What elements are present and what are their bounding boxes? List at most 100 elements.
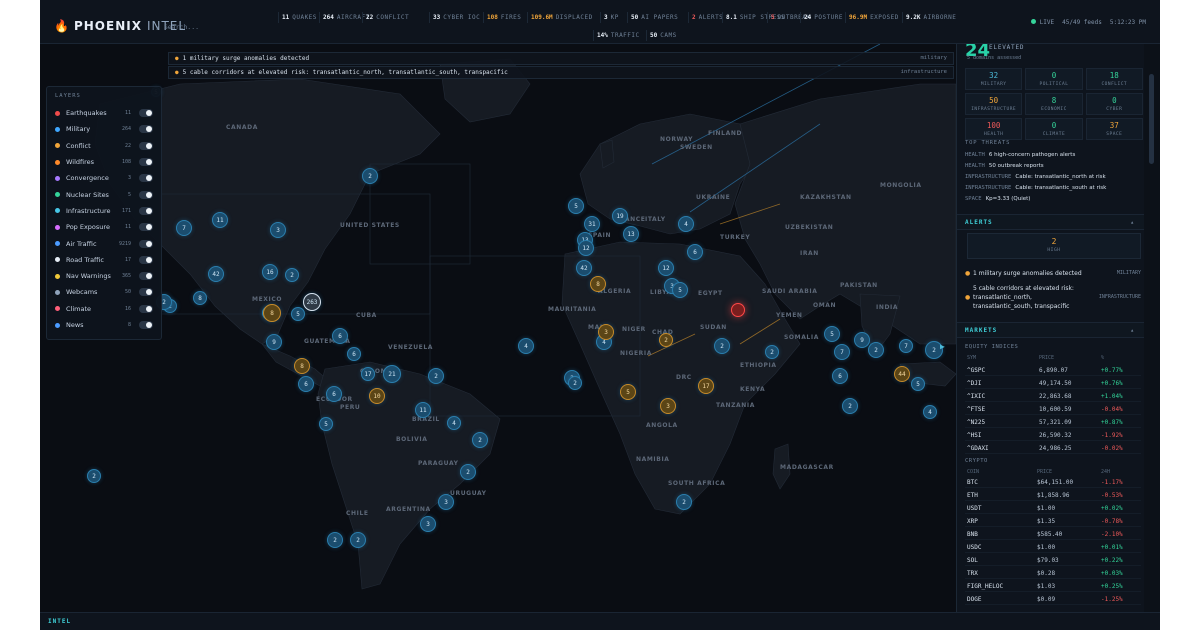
alerts-section-header[interactable]: ALERTS ▴: [957, 214, 1144, 230]
event-cluster[interactable]: 263: [303, 293, 321, 311]
event-cluster[interactable]: 12: [658, 260, 674, 276]
ticker-alert-2[interactable]: ● 5 cable corridors at elevated risk: tra…: [168, 66, 954, 79]
event-cluster[interactable]: 5: [911, 377, 925, 391]
event-cluster[interactable]: 2: [568, 376, 582, 390]
event-cluster[interactable]: 8: [193, 291, 207, 305]
stat-posture[interactable]: 24 POSTURE: [800, 12, 846, 23]
layer-webcams[interactable]: Webcams 50: [55, 284, 153, 300]
event-cluster[interactable]: 4: [518, 338, 534, 354]
stat-ai-papers[interactable]: 50 AI PAPERS: [627, 12, 681, 23]
table-row[interactable]: SOL $79.03 +0.22%: [965, 554, 1141, 566]
table-row[interactable]: XRP $1.35 -0.78%: [965, 515, 1141, 527]
event-cluster[interactable]: 4: [678, 216, 694, 232]
event-cluster[interactable]: 44: [894, 366, 910, 382]
table-row[interactable]: ^HSI 26,590.32 -1.92%: [965, 429, 1141, 441]
event-cluster[interactable]: 3: [270, 222, 286, 238]
event-cluster[interactable]: 6: [347, 347, 361, 361]
stat-exposed[interactable]: 96.9M EXPOSED: [845, 12, 902, 23]
event-cluster[interactable]: 21: [383, 365, 401, 383]
stat-fires[interactable]: 108 FIRES: [483, 12, 524, 23]
event-cluster[interactable]: [731, 303, 745, 317]
event-cluster[interactable]: 2: [842, 398, 858, 414]
stat-cams[interactable]: 50 CAMS: [646, 30, 680, 41]
event-cluster[interactable]: 9: [854, 332, 870, 348]
layer-toggle[interactable]: [139, 239, 153, 248]
table-row[interactable]: ^GSPC 6,890.07 +0.77%: [965, 364, 1141, 376]
event-cluster[interactable]: 19: [612, 208, 628, 224]
table-row[interactable]: DOGE $0.09 -1.25%: [965, 593, 1141, 605]
stat-quakes[interactable]: 11 QUAKES: [278, 12, 320, 23]
layer-infrastructure[interactable]: Infrastructure 171: [55, 203, 153, 219]
event-cluster[interactable]: 6: [332, 328, 348, 344]
event-cluster[interactable]: 10: [369, 388, 385, 404]
layer-toggle[interactable]: [139, 304, 153, 313]
layer-wildfires[interactable]: Wildfires 108: [55, 154, 153, 170]
event-cluster[interactable]: 9: [266, 334, 282, 350]
event-cluster[interactable]: 4: [447, 416, 461, 430]
layer-military[interactable]: Military 264: [55, 121, 153, 137]
event-cluster[interactable]: 11: [415, 402, 431, 418]
table-row[interactable]: USDT $1.00 +0.02%: [965, 502, 1141, 514]
stat-airborne[interactable]: 9.2K AIRBORNE: [902, 12, 959, 23]
layer-toggle[interactable]: [139, 288, 153, 297]
table-row[interactable]: USDC $1.00 +0.01%: [965, 541, 1141, 553]
layer-toggle[interactable]: [139, 206, 153, 215]
table-row[interactable]: ^FTSE 10,600.59 -0.04%: [965, 403, 1141, 415]
event-cluster[interactable]: 2: [460, 464, 476, 480]
event-cluster[interactable]: 8: [263, 304, 281, 322]
layer-earthquakes[interactable]: Earthquakes 11: [55, 105, 153, 121]
event-cluster[interactable]: 2: [428, 368, 444, 384]
event-cluster[interactable]: 7: [834, 344, 850, 360]
event-cluster[interactable]: 5: [672, 282, 688, 298]
stat-kp[interactable]: 3 KP: [600, 12, 622, 23]
layer-air-traffic[interactable]: Air Traffic 9219: [55, 235, 153, 251]
event-cluster[interactable]: 2: [472, 432, 488, 448]
event-cluster[interactable]: 5: [824, 326, 840, 342]
event-cluster[interactable]: 2: [362, 168, 378, 184]
threat-item[interactable]: INFRASTRUCTURE Cable: transatlantic_north…: [965, 174, 1106, 180]
layer-nuclear-sites[interactable]: Nuclear Sites 5: [55, 186, 153, 202]
event-cluster[interactable]: 3: [598, 324, 614, 340]
stat-alerts[interactable]: 2 ALERTS: [688, 12, 726, 23]
layer-news[interactable]: News 8: [55, 317, 153, 333]
collapse-icon[interactable]: ▴: [1130, 219, 1135, 226]
event-cluster[interactable]: 17: [698, 378, 714, 394]
event-cluster[interactable]: 5: [568, 198, 584, 214]
event-cluster[interactable]: 6: [687, 244, 703, 260]
layer-climate[interactable]: Climate 16: [55, 301, 153, 317]
layer-toggle[interactable]: [139, 125, 153, 134]
event-cluster[interactable]: 2: [714, 338, 730, 354]
event-cluster[interactable]: 6: [326, 386, 342, 402]
layer-toggle[interactable]: [139, 174, 153, 183]
scrollbar-thumb[interactable]: [1149, 74, 1154, 164]
event-cluster[interactable]: 8: [294, 358, 310, 374]
event-cluster[interactable]: 3: [438, 494, 454, 510]
expand-panel-icon[interactable]: ▶: [940, 342, 945, 351]
event-cluster[interactable]: 6: [832, 368, 848, 384]
stat-traffic[interactable]: 14% TRAFFIC: [593, 30, 643, 41]
table-row[interactable]: ^IXIC 22,863.68 +1.04%: [965, 390, 1141, 402]
layer-toggle[interactable]: [139, 190, 153, 199]
layer-road-traffic[interactable]: Road Traffic 17: [55, 252, 153, 268]
table-row[interactable]: ^DJI 49,174.50 +0.76%: [965, 377, 1141, 389]
layer-toggle[interactable]: [139, 321, 153, 329]
threat-item[interactable]: HEALTH 50 outbreak reports: [965, 163, 1044, 169]
event-cluster[interactable]: 2: [350, 532, 366, 548]
world-map[interactable]: CANADA UNITED STATES MEXICO CUBA GUATEMALA VE…: [40, 44, 956, 612]
layer-toggle[interactable]: [139, 141, 153, 150]
layer-toggle[interactable]: [139, 158, 153, 167]
table-row[interactable]: FIGR_HELOC $1.03 +0.25%: [965, 580, 1141, 592]
layer-toggle[interactable]: [139, 223, 153, 232]
table-row[interactable]: BTC $64,151.00 -1.17%: [965, 476, 1141, 488]
table-row[interactable]: BNB $585.40 -2.10%: [965, 528, 1141, 540]
layer-toggle[interactable]: [139, 255, 153, 264]
event-cluster[interactable]: 17: [361, 367, 375, 381]
layer-toggle[interactable]: [139, 272, 153, 281]
layer-convergence[interactable]: Convergence 3: [55, 170, 153, 186]
table-row[interactable]: ETH $1,858.96 -0.53%: [965, 489, 1141, 501]
event-cluster[interactable]: 5: [620, 384, 636, 400]
threat-item[interactable]: HEALTH 6 high-concern pathogen alerts: [965, 152, 1075, 158]
event-cluster[interactable]: 11: [212, 212, 228, 228]
stat-conflict[interactable]: 22 CONFLICT: [362, 12, 412, 23]
threat-item[interactable]: INFRASTRUCTURE Cable: transatlantic_south…: [965, 185, 1106, 191]
